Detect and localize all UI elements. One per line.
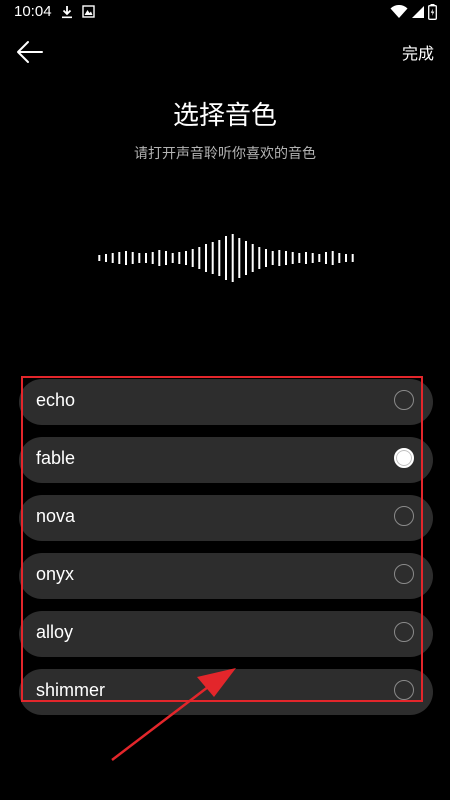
voice-label: fable bbox=[36, 448, 76, 468]
waveform-bar bbox=[298, 253, 301, 263]
waveform-bar bbox=[118, 252, 121, 264]
page-subtitle: 请打开声音聆听你喜欢的音色 bbox=[134, 146, 316, 162]
waveform-bar bbox=[325, 252, 327, 264]
waveform-bar bbox=[165, 251, 167, 265]
waveform-bar bbox=[345, 254, 347, 262]
waveform-bar bbox=[305, 252, 307, 264]
page-title: 选择音色 bbox=[172, 101, 277, 131]
waveform-bar bbox=[218, 240, 221, 276]
voice-label: onyx bbox=[36, 564, 75, 584]
waveform-bar bbox=[125, 251, 127, 265]
waveform-bar bbox=[271, 251, 274, 265]
waveform-bar bbox=[111, 253, 114, 263]
waveform-bar bbox=[191, 249, 194, 267]
radio-button[interactable] bbox=[394, 564, 414, 584]
voice-option-onyx[interactable]: onyx bbox=[19, 553, 433, 599]
waveform-bar bbox=[338, 253, 341, 263]
waveform-bar bbox=[178, 252, 181, 264]
status-bar: 10:04 bbox=[0, 0, 450, 26]
waveform-bar bbox=[185, 251, 187, 265]
voice-label: shimmer bbox=[36, 680, 106, 700]
waveform-bar bbox=[171, 253, 174, 263]
waveform-bar bbox=[151, 252, 154, 264]
waveform-bar bbox=[225, 236, 227, 280]
voice-option-alloy[interactable]: alloy bbox=[19, 611, 433, 657]
waveform-bar bbox=[158, 250, 161, 266]
waveform-bar bbox=[245, 241, 247, 275]
voice-label: alloy bbox=[36, 622, 74, 642]
voice-option-fable[interactable]: fable bbox=[19, 437, 433, 483]
radio-button[interactable] bbox=[394, 622, 414, 642]
waveform-bar bbox=[251, 244, 254, 272]
image-icon bbox=[82, 5, 95, 18]
back-button[interactable] bbox=[14, 38, 46, 66]
voice-option-echo[interactable]: echo bbox=[19, 379, 433, 425]
waveform-bar bbox=[98, 255, 101, 261]
radio-button[interactable] bbox=[394, 390, 414, 410]
waveform-bar bbox=[231, 234, 234, 282]
waveform-bar bbox=[131, 252, 134, 264]
voice-option-shimmer[interactable]: shimmer bbox=[19, 669, 433, 715]
waveform-bar bbox=[145, 253, 147, 263]
waveform-bar bbox=[198, 247, 201, 269]
waveform-bar bbox=[138, 253, 141, 263]
arrow-left-icon bbox=[17, 41, 43, 63]
waveform-bar bbox=[318, 254, 321, 262]
done-button[interactable]: 完成 bbox=[402, 40, 434, 64]
waveform-bar bbox=[291, 252, 294, 264]
waveform-bar bbox=[205, 244, 207, 272]
waveform-bar bbox=[265, 249, 267, 267]
waveform-bar bbox=[278, 250, 281, 266]
voice-label: echo bbox=[36, 390, 76, 410]
waveform-graphic bbox=[98, 234, 354, 282]
waveform-bar bbox=[351, 254, 354, 262]
voice-label: nova bbox=[36, 506, 76, 526]
signal-icon bbox=[412, 6, 424, 18]
radio-button-selected[interactable] bbox=[394, 448, 414, 468]
waveform-bar bbox=[105, 254, 107, 262]
wifi-icon bbox=[390, 5, 408, 18]
battery-icon bbox=[428, 4, 437, 20]
waveform-bar bbox=[285, 251, 287, 265]
voice-option-nova[interactable]: nova bbox=[19, 495, 433, 541]
status-time: 10:04 bbox=[14, 3, 52, 20]
radio-button[interactable] bbox=[394, 680, 414, 700]
waveform-bar bbox=[331, 251, 334, 265]
radio-button[interactable] bbox=[394, 506, 414, 526]
download-icon bbox=[62, 6, 72, 19]
waveform-bar bbox=[311, 253, 314, 263]
waveform-bar bbox=[238, 238, 241, 278]
waveform-bar bbox=[211, 242, 214, 274]
waveform-bar bbox=[258, 247, 261, 269]
